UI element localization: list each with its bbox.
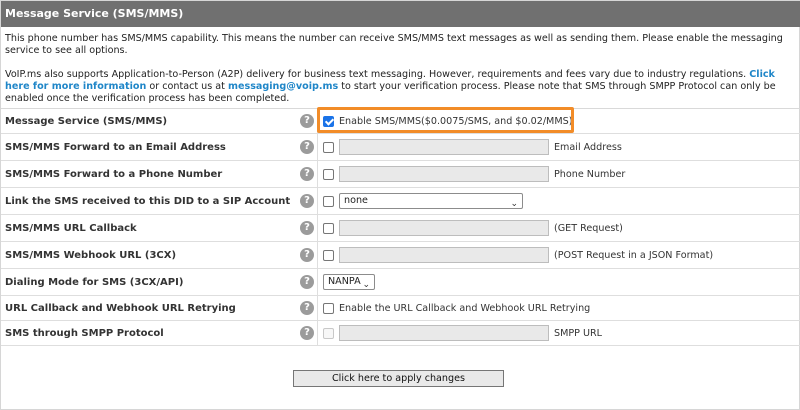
- intro-text-1: VoIP.ms also supports Application-to-Per…: [5, 69, 750, 80]
- sip-account-select[interactable]: none ⌄: [339, 193, 523, 209]
- webhook-url-checkbox[interactable]: [323, 249, 334, 261]
- control-cell: none ⌄: [323, 188, 523, 214]
- chevron-down-icon: ⌄: [510, 199, 518, 209]
- help-icon[interactable]: ?: [300, 221, 314, 235]
- column-divider: [317, 161, 318, 187]
- forward-email-input[interactable]: [339, 139, 549, 155]
- row-label: SMS/MMS Forward to an Email Address: [5, 141, 226, 153]
- control-cell: Phone Number: [323, 161, 625, 187]
- retrying-label: Enable the URL Callback and Webhook URL …: [339, 302, 591, 314]
- help-icon[interactable]: ?: [300, 301, 314, 315]
- messaging-email-link[interactable]: messaging@voip.ms: [228, 81, 338, 92]
- row-label: URL Callback and Webhook URL Retrying: [5, 302, 236, 314]
- row-label: SMS/MMS URL Callback: [5, 222, 137, 234]
- help-icon[interactable]: ?: [300, 275, 314, 289]
- intro-paragraph-1: This phone number has SMS/MMS capability…: [5, 33, 783, 56]
- row-link-sip: Link the SMS received to this DID to a S…: [1, 188, 800, 215]
- column-divider: [317, 188, 318, 214]
- email-address-label: Email Address: [554, 141, 622, 153]
- row-label: SMS/MMS Webhook URL (3CX): [5, 249, 177, 261]
- row-webhook-url: SMS/MMS Webhook URL (3CX) ? (POST Reques…: [1, 242, 800, 269]
- row-dialing-mode: Dialing Mode for SMS (3CX/API) ? NANPA ⌄: [1, 269, 800, 296]
- chevron-down-icon: ⌄: [362, 280, 370, 290]
- link-sip-checkbox[interactable]: [323, 195, 334, 207]
- column-divider: [317, 296, 318, 320]
- column-divider: [317, 269, 318, 295]
- column-divider: [317, 134, 318, 160]
- help-icon[interactable]: ?: [300, 326, 314, 340]
- column-divider: [317, 215, 318, 241]
- url-callback-input[interactable]: [339, 220, 549, 236]
- retrying-checkbox[interactable]: [323, 302, 334, 314]
- dialing-mode-value: NANPA: [328, 276, 361, 287]
- forward-phone-checkbox[interactable]: [323, 168, 334, 180]
- row-retrying: URL Callback and Webhook URL Retrying ? …: [1, 296, 800, 321]
- smpp-url-input[interactable]: [339, 325, 549, 341]
- control-cell: Enable the URL Callback and Webhook URL …: [323, 296, 590, 320]
- row-label: Message Service (SMS/MMS): [5, 115, 168, 127]
- row-label: SMS/MMS Forward to a Phone Number: [5, 168, 223, 180]
- forward-phone-input[interactable]: [339, 166, 549, 182]
- control-cell: (GET Request): [323, 215, 623, 241]
- settings-table: Message Service (SMS/MMS) ? Enable SMS/M…: [1, 108, 800, 346]
- row-forward-email: SMS/MMS Forward to an Email Address ? Em…: [1, 134, 800, 161]
- get-request-label: (GET Request): [554, 222, 623, 234]
- highlight-box: [317, 107, 574, 133]
- help-icon[interactable]: ?: [300, 248, 314, 262]
- forward-email-checkbox[interactable]: [323, 141, 334, 153]
- row-smpp: SMS through SMPP Protocol ? SMPP URL: [1, 321, 800, 346]
- column-divider: [317, 321, 318, 345]
- smpp-url-label: SMPP URL: [554, 327, 603, 339]
- control-cell: Email Address: [323, 134, 622, 160]
- section-title: Message Service (SMS/MMS): [1, 1, 800, 27]
- phone-number-label: Phone Number: [554, 168, 626, 180]
- control-cell: SMPP URL: [323, 321, 602, 345]
- smpp-checkbox: [323, 327, 334, 339]
- column-divider: [317, 242, 318, 268]
- help-icon[interactable]: ?: [300, 114, 314, 128]
- intro-text-2: or contact us at: [146, 81, 228, 92]
- dialing-mode-select[interactable]: NANPA ⌄: [323, 274, 375, 290]
- row-label: Link the SMS received to this DID to a S…: [5, 195, 291, 207]
- control-cell: NANPA ⌄: [323, 269, 375, 295]
- row-url-callback: SMS/MMS URL Callback ? (GET Request): [1, 215, 800, 242]
- intro-paragraph-2: VoIP.ms also supports Application-to-Per…: [5, 69, 795, 105]
- row-forward-phone: SMS/MMS Forward to a Phone Number ? Phon…: [1, 161, 800, 188]
- url-callback-checkbox[interactable]: [323, 222, 334, 234]
- control-cell: (POST Request in a JSON Format): [323, 242, 713, 268]
- help-icon[interactable]: ?: [300, 167, 314, 181]
- message-service-panel: Message Service (SMS/MMS) This phone num…: [0, 0, 800, 410]
- row-label: SMS through SMPP Protocol: [5, 327, 164, 339]
- post-request-label: (POST Request in a JSON Format): [554, 249, 714, 261]
- sip-account-value: none: [344, 195, 368, 206]
- help-icon[interactable]: ?: [300, 194, 314, 208]
- row-label: Dialing Mode for SMS (3CX/API): [5, 276, 184, 288]
- webhook-url-input[interactable]: [339, 247, 549, 263]
- apply-changes-button[interactable]: Click here to apply changes: [293, 370, 504, 387]
- help-icon[interactable]: ?: [300, 140, 314, 154]
